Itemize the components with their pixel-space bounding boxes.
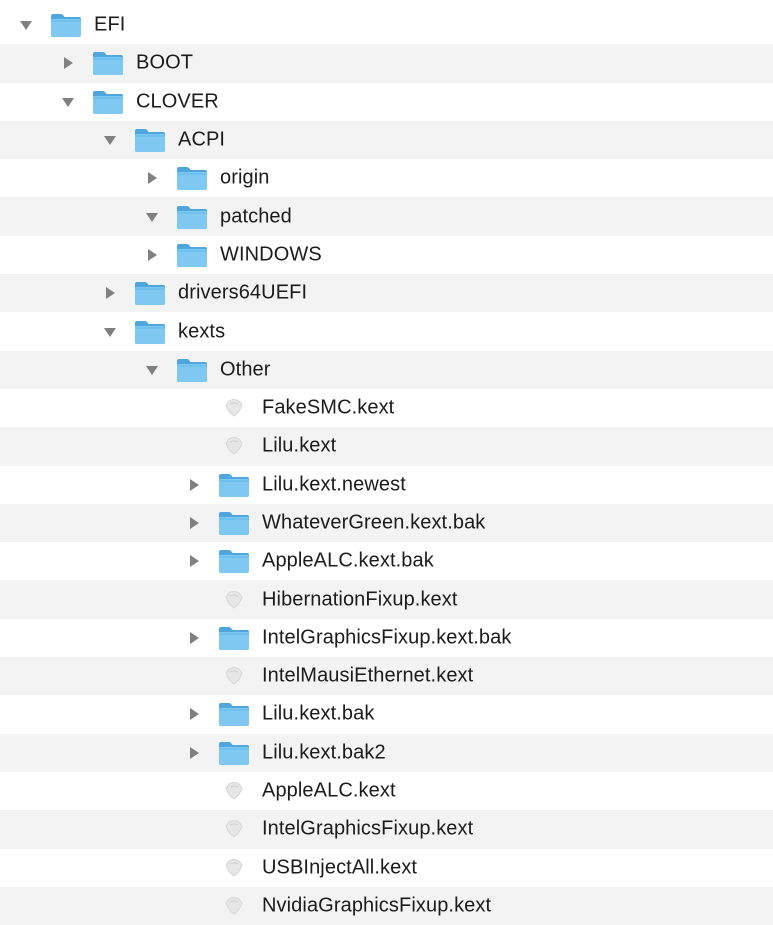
disclosure-triangle-right-icon[interactable] bbox=[102, 285, 118, 301]
tree-row[interactable]: Lilu.kext.bak2 bbox=[0, 733, 773, 772]
tree-row[interactable]: NvidiaGraphicsFixup.kext bbox=[0, 886, 773, 925]
tree-row[interactable]: WINDOWS bbox=[0, 235, 773, 275]
folder-icon bbox=[176, 204, 208, 230]
tree-item-label: origin bbox=[220, 166, 270, 189]
tree-item-label: AppleALC.kext bbox=[262, 779, 396, 802]
tree-item-label: Lilu.kext.bak2 bbox=[262, 741, 386, 764]
folder-icon bbox=[176, 165, 208, 191]
tree-row[interactable]: IntelGraphicsFixup.kext bbox=[0, 810, 773, 849]
disclosure-triangle-right-icon[interactable] bbox=[186, 706, 202, 722]
folder-icon bbox=[176, 242, 208, 268]
tree-row[interactable]: WhateverGreen.kext.bak bbox=[0, 503, 773, 543]
tree-row[interactable]: Lilu.kext.bak bbox=[0, 695, 773, 734]
disclosure-triangle-right-icon[interactable] bbox=[186, 515, 202, 531]
tree-row[interactable]: drivers64UEFI bbox=[0, 274, 773, 313]
kext-bundle-icon bbox=[218, 816, 250, 842]
tree-item-label: NvidiaGraphicsFixup.kext bbox=[262, 894, 492, 917]
folder-icon bbox=[218, 625, 250, 651]
folder-icon bbox=[218, 701, 250, 727]
disclosure-triangle-right-icon[interactable] bbox=[186, 745, 202, 761]
tree-item-label: AppleALC.kext.bak bbox=[262, 549, 434, 572]
tree-row[interactable]: IntelGraphicsFixup.kext.bak bbox=[0, 618, 773, 658]
disclosure-triangle-down-icon[interactable] bbox=[144, 362, 160, 378]
tree-row[interactable]: AppleALC.kext.bak bbox=[0, 542, 773, 581]
tree-row[interactable]: EFI bbox=[0, 6, 773, 45]
tree-item-label: Lilu.kext.newest bbox=[262, 473, 406, 496]
tree-item-label: USBInjectAll.kext bbox=[262, 856, 418, 879]
disclosure-triangle-down-icon[interactable] bbox=[144, 209, 160, 225]
tree-item-label: CLOVER bbox=[136, 90, 219, 113]
folder-icon bbox=[134, 319, 166, 345]
tree-row[interactable]: USBInjectAll.kext bbox=[0, 848, 773, 887]
tree-item-label: drivers64UEFI bbox=[178, 281, 308, 304]
disclosure-triangle-right-icon[interactable] bbox=[186, 477, 202, 493]
tree-row[interactable]: Lilu.kext bbox=[0, 427, 773, 466]
folder-icon bbox=[218, 548, 250, 574]
file-tree: EFI BOOT CLOVER ACPI origin patched WIND… bbox=[0, 0, 773, 925]
disclosure-triangle-right-icon[interactable] bbox=[186, 553, 202, 569]
disclosure-triangle-right-icon[interactable] bbox=[144, 170, 160, 186]
kext-bundle-icon bbox=[218, 778, 250, 804]
tree-row[interactable]: origin bbox=[0, 159, 773, 198]
tree-item-label: IntelGraphicsFixup.kext.bak bbox=[262, 626, 512, 649]
tree-item-label: WINDOWS bbox=[220, 243, 322, 266]
tree-row[interactable]: Lilu.kext.newest bbox=[0, 465, 773, 504]
folder-icon bbox=[218, 740, 250, 766]
tree-item-label: kexts bbox=[178, 320, 226, 343]
folder-icon bbox=[92, 89, 124, 115]
tree-row[interactable]: FakeSMC.kext bbox=[0, 388, 773, 428]
folder-icon bbox=[218, 472, 250, 498]
tree-item-label: Other bbox=[220, 358, 271, 381]
tree-item-label: BOOT bbox=[136, 51, 194, 74]
kext-bundle-icon bbox=[218, 893, 250, 919]
folder-icon bbox=[92, 50, 124, 76]
kext-bundle-icon bbox=[218, 855, 250, 881]
tree-row[interactable]: AppleALC.kext bbox=[0, 771, 773, 811]
tree-item-label: Lilu.kext bbox=[262, 434, 337, 457]
tree-row[interactable]: IntelMausiEthernet.kext bbox=[0, 657, 773, 696]
tree-row[interactable]: BOOT bbox=[0, 44, 773, 83]
tree-row[interactable]: CLOVER bbox=[0, 82, 773, 121]
disclosure-triangle-down-icon[interactable] bbox=[102, 132, 118, 148]
disclosure-triangle-down-icon[interactable] bbox=[18, 17, 34, 33]
kext-bundle-icon bbox=[218, 587, 250, 613]
folder-icon bbox=[134, 127, 166, 153]
tree-item-label: HibernationFixup.kext bbox=[262, 588, 458, 611]
disclosure-triangle-right-icon[interactable] bbox=[186, 630, 202, 646]
tree-item-label: WhateverGreen.kext.bak bbox=[262, 511, 486, 534]
tree-row[interactable]: HibernationFixup.kext bbox=[0, 580, 773, 619]
tree-row[interactable]: kexts bbox=[0, 312, 773, 351]
folder-icon bbox=[176, 357, 208, 383]
tree-item-label: FakeSMC.kext bbox=[262, 396, 395, 419]
disclosure-triangle-down-icon[interactable] bbox=[60, 94, 76, 110]
tree-row[interactable]: patched bbox=[0, 197, 773, 236]
disclosure-triangle-right-icon[interactable] bbox=[60, 55, 76, 71]
disclosure-triangle-down-icon[interactable] bbox=[102, 324, 118, 340]
tree-row[interactable]: ACPI bbox=[0, 120, 773, 160]
folder-icon bbox=[50, 12, 82, 38]
kext-bundle-icon bbox=[218, 663, 250, 689]
tree-item-label: ACPI bbox=[178, 128, 226, 151]
folder-icon bbox=[218, 510, 250, 536]
tree-row[interactable]: Other bbox=[0, 350, 773, 389]
tree-item-label: EFI bbox=[94, 13, 126, 36]
kext-bundle-icon bbox=[218, 433, 250, 459]
tree-item-label: Lilu.kext.bak bbox=[262, 702, 375, 725]
tree-item-label: IntelGraphicsFixup.kext bbox=[262, 817, 474, 840]
kext-bundle-icon bbox=[218, 395, 250, 421]
disclosure-triangle-right-icon[interactable] bbox=[144, 247, 160, 263]
folder-icon bbox=[134, 280, 166, 306]
tree-item-label: IntelMausiEthernet.kext bbox=[262, 664, 474, 687]
tree-item-label: patched bbox=[220, 205, 292, 228]
